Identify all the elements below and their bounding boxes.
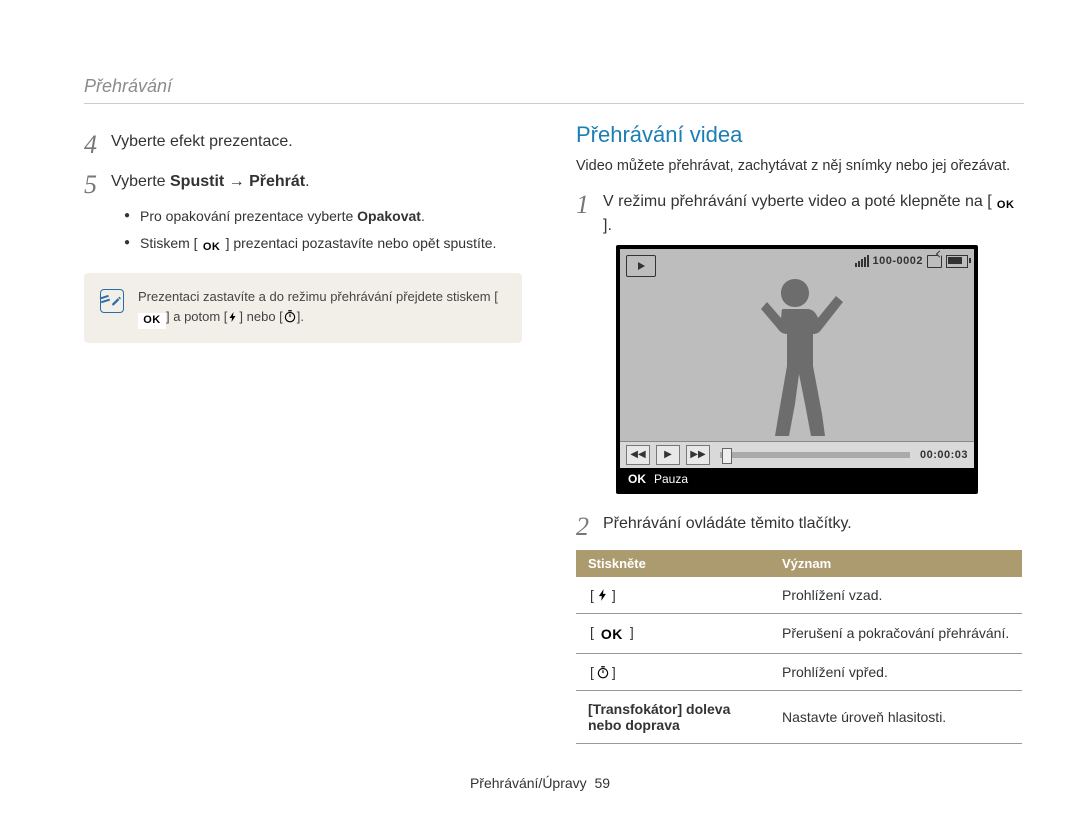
key-ok: [OK] — [576, 613, 770, 653]
key-flash: [] — [576, 577, 770, 614]
video-screen: 100-0002 — [620, 249, 974, 441]
note-icon — [100, 289, 124, 313]
timer-icon — [283, 309, 297, 324]
note-pre: Prezentaci zastavíte a do režimu přehráv… — [138, 289, 498, 304]
bullet-repeat: Pro opakování prezentace vyberte Opakova… — [124, 206, 528, 227]
progress-handle[interactable] — [722, 448, 732, 464]
step-number-2: 2 — [576, 514, 589, 540]
page-number: 59 — [594, 775, 610, 791]
video-time: 00:00:03 — [920, 449, 968, 461]
rewind-button[interactable]: ◀◀ — [626, 445, 650, 465]
running-head: Přehrávání — [84, 76, 1024, 104]
progress-track[interactable] — [720, 452, 910, 458]
video-status-bar: 100-0002 — [855, 255, 969, 268]
ok-label: OK — [628, 472, 646, 486]
right-column: Přehrávání videa Video můžete přehrávat,… — [576, 118, 1022, 744]
bullet1-bold: Opakovat — [357, 208, 421, 224]
step-2-text: Přehrávání ovládáte těmito tlačítky. — [603, 512, 852, 535]
controls-table: Stiskněte Význam [] Prohlížení vzad. [OK… — [576, 550, 1022, 744]
page-footer: Přehrávání/Úpravy 59 — [0, 775, 1080, 791]
bullet1-post: . — [421, 208, 425, 224]
pause-label: Pauza — [654, 472, 688, 486]
step5-pre: Vyberte — [111, 173, 170, 190]
memory-card-icon — [927, 255, 942, 268]
ok-icon: OK — [198, 239, 226, 255]
signal-icon — [855, 255, 869, 267]
meaning-forward: Prohlížení vpřed. — [770, 653, 1022, 690]
meaning-rewind: Prohlížení vzad. — [770, 577, 1022, 614]
playback-mode-icon — [626, 255, 656, 277]
table-row: [OK] Přerušení a pokračování přehrávání. — [576, 613, 1022, 653]
step-5-text: Vyberte Spustit → Přehrát. — [111, 170, 310, 193]
note-end: ]. — [297, 309, 304, 324]
ok-icon: OK — [596, 625, 628, 643]
video-controls-bar: ◀◀ ▶ ▶▶ 00:00:03 — [620, 441, 974, 468]
table-row: [Transfokátor] doleva nebo doprava Nasta… — [576, 690, 1022, 743]
step5-bullets: Pro opakování prezentace vyberte Opakova… — [124, 206, 528, 255]
person-silhouette — [737, 271, 857, 441]
step5-post: . — [305, 173, 309, 190]
step-1-text: V režimu přehrávání vyberte video a poté… — [603, 190, 1022, 237]
step-4-text: Vyberte efekt prezentace. — [111, 130, 293, 153]
note-box: Prezentaci zastavíte a do režimu přehráv… — [84, 273, 522, 343]
step1-post: ]. — [603, 217, 612, 234]
step5-bold: Spustit → Přehrát — [170, 173, 305, 190]
section-heading: Přehrávání videa — [576, 122, 1022, 148]
step-number-4: 4 — [84, 132, 97, 158]
play-button[interactable]: ▶ — [656, 445, 680, 465]
th-press: Stiskněte — [576, 550, 770, 577]
flash-icon — [596, 588, 610, 602]
ok-icon: OK — [992, 198, 1020, 214]
table-header: Stiskněte Význam — [576, 550, 1022, 577]
step-number-1: 1 — [576, 192, 589, 218]
bullet2-post: ] prezentaci pozastavíte nebo opět spust… — [226, 235, 497, 251]
footer-section: Přehrávání/Úpravy — [470, 775, 587, 791]
th-meaning: Význam — [770, 550, 1022, 577]
video-footer: OK Pauza — [620, 468, 974, 490]
note-text: Prezentaci zastavíte a do režimu přehráv… — [138, 287, 506, 329]
bullet1-pre: Pro opakování prezentace vyberte — [140, 208, 357, 224]
note-or: ] nebo [ — [239, 309, 282, 324]
bullet-pause: Stiskem [OK] prezentaci pozastavíte nebo… — [124, 233, 528, 255]
meaning-volume: Nastavte úroveň hlasitosti. — [770, 690, 1022, 743]
left-column: 4 Vyberte efekt prezentace. 5 Vyberte Sp… — [84, 118, 528, 744]
table-row: [] Prohlížení vpřed. — [576, 653, 1022, 690]
frame-counter: 100-0002 — [873, 255, 924, 267]
step1-pre: V režimu přehrávání vyberte video a poté… — [603, 193, 992, 210]
bullet2-pre: Stiskem [ — [140, 235, 198, 251]
step-number-5: 5 — [84, 172, 97, 198]
table-row: [] Prohlížení vzad. — [576, 577, 1022, 614]
battery-icon — [946, 255, 968, 268]
ok-icon: OK — [138, 313, 166, 329]
key-zoom: [Transfokátor] doleva nebo doprava — [576, 690, 770, 743]
forward-button[interactable]: ▶▶ — [686, 445, 710, 465]
note-mid: ] a potom [ — [166, 309, 227, 324]
section-intro: Video můžete přehrávat, zachytávat z něj… — [576, 156, 1022, 178]
meaning-pause: Přerušení a pokračování přehrávání. — [770, 613, 1022, 653]
timer-icon — [596, 665, 610, 679]
key-timer: [] — [576, 653, 770, 690]
video-preview: 100-0002 ◀◀ ▶ ▶▶ 00:00:03 OK — [616, 245, 978, 494]
flash-icon — [227, 309, 239, 324]
